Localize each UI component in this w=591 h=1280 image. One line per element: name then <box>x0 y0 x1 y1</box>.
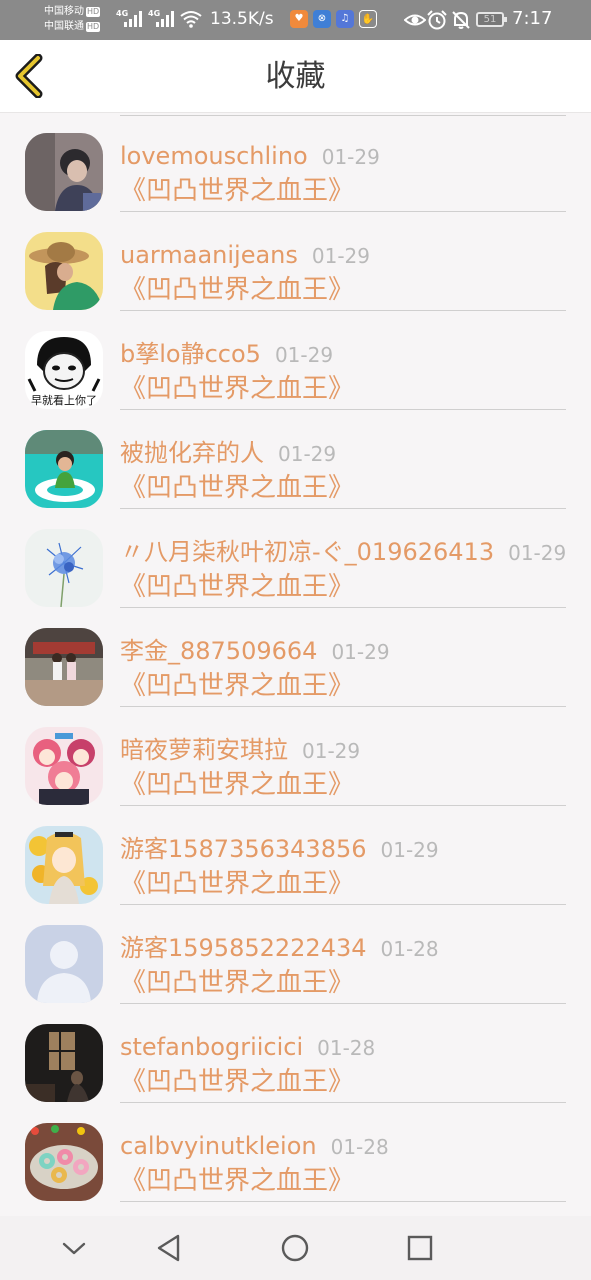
music-app-icon: ♫ <box>336 10 354 28</box>
username[interactable]: uarmaanijeans <box>120 241 298 269</box>
work-title[interactable]: 《凹凸世界之血王》 <box>120 571 354 603</box>
favorite-meta: 游客1587356343856 01-29 <box>120 834 439 865</box>
system-nav-bar <box>0 1216 591 1280</box>
username[interactable]: 暗夜萝莉安琪拉 <box>120 736 288 764</box>
username[interactable]: 游客1587356343856 <box>120 835 367 863</box>
app-notification-icon: ⊗ <box>313 10 331 28</box>
carrier-1: 中国移动 <box>44 6 84 17</box>
battery-icon: 51 <box>476 12 507 27</box>
date: 01-29 <box>311 244 371 268</box>
eye-icon <box>404 14 426 26</box>
favorite-meta: lovemouschlino 01-29 <box>120 141 380 172</box>
avatar[interactable] <box>25 1024 103 1102</box>
favorite-meta: 〃八月柒秋叶初凉-ぐ_019626413 01-29 <box>120 537 566 568</box>
hand-app-icon: ✋ <box>359 10 377 28</box>
signal-icon: 4G <box>148 9 176 29</box>
wifi-icon <box>180 11 202 28</box>
username[interactable]: 李金_887509664 <box>120 637 317 665</box>
avatar[interactable] <box>25 133 103 211</box>
username[interactable]: 游客1595852222434 <box>120 934 367 962</box>
list-item[interactable]: 李金_887509664 01-29 《凹凸世界之血王》 <box>0 608 591 707</box>
list-item[interactable]: 游客1587356343856 01-29 《凹凸世界之血王》 <box>0 806 591 905</box>
date: 01-29 <box>508 541 567 565</box>
favorite-meta: 被抛化弃的人 01-29 <box>120 438 336 469</box>
favorites-screen: 中国移动 HD 中国联通 HD 4G 4G 13.5K/s ♥ ⊗ ♫ ✋ 51… <box>0 0 591 1280</box>
app-header: 收藏 <box>0 40 591 113</box>
avatar-caption: 早就看上你了 <box>31 393 97 407</box>
favorite-meta: calbvyinutkleion 01-28 <box>120 1131 389 1162</box>
favorite-meta: 暗夜萝莉安琪拉 01-29 <box>120 735 360 766</box>
status-bar: 中国移动 HD 中国联通 HD 4G 4G 13.5K/s ♥ ⊗ ♫ ✋ 51… <box>0 0 591 40</box>
divider <box>120 1201 566 1202</box>
avatar[interactable] <box>25 925 103 1003</box>
mute-icon <box>452 11 470 29</box>
work-title[interactable]: 《凹凸世界之血王》 <box>120 967 354 999</box>
date: 01-29 <box>331 640 390 664</box>
hd-badge: HD <box>86 7 101 17</box>
date: 01-29 <box>380 838 439 862</box>
username[interactable]: 被抛化弃的人 <box>120 439 264 467</box>
signal-icon: 4G <box>116 9 144 29</box>
list-item[interactable]: 暗夜萝莉安琪拉 01-29 《凹凸世界之血王》 <box>0 707 591 806</box>
favorite-meta: b孳lo静cco5 01-29 <box>120 339 333 370</box>
date: 01-28 <box>380 937 439 961</box>
alarm-icon <box>427 10 447 30</box>
date: 01-29 <box>302 739 361 763</box>
date: 01-28 <box>330 1135 389 1159</box>
work-title[interactable]: 《凹凸世界之血王》 <box>120 1165 354 1197</box>
list-item[interactable]: 早就看上你了 b孳lo静cco5 01-29 《凹凸世界之血王》 <box>0 311 591 410</box>
username[interactable]: 〃八月柒秋叶初凉-ぐ_019626413 <box>120 538 494 566</box>
username[interactable]: calbvyinutkleion <box>120 1132 317 1160</box>
list-item[interactable]: 游客1595852222434 01-28 《凹凸世界之血王》 <box>0 905 591 1004</box>
username[interactable]: lovemouschlino <box>120 142 308 170</box>
carrier-2: 中国联通 <box>44 21 84 32</box>
carrier-info: 中国移动 HD 中国联通 HD <box>44 4 114 34</box>
avatar[interactable]: 早就看上你了 <box>25 331 103 409</box>
avatar[interactable] <box>25 430 103 508</box>
back-triangle-icon[interactable] <box>151 1230 187 1266</box>
hd-badge: HD <box>86 22 101 32</box>
list-item[interactable]: lovemouschlino 01-29 《凹凸世界之血王》 <box>0 113 591 212</box>
work-title[interactable]: 《凹凸世界之血王》 <box>120 769 354 801</box>
avatar[interactable] <box>25 727 103 805</box>
chevron-down-icon[interactable] <box>56 1230 92 1266</box>
avatar[interactable] <box>25 628 103 706</box>
favorite-meta: stefanbogriicici 01-28 <box>120 1032 375 1063</box>
favorite-meta: uarmaanijeans 01-29 <box>120 240 370 271</box>
list-item[interactable]: 〃八月柒秋叶初凉-ぐ_019626413 01-29 《凹凸世界之血王》 <box>0 509 591 608</box>
date: 01-29 <box>274 343 334 367</box>
recents-square-icon[interactable] <box>402 1230 438 1266</box>
work-title[interactable]: 《凹凸世界之血王》 <box>120 1066 354 1098</box>
favorite-meta: 李金_887509664 01-29 <box>120 636 390 667</box>
username[interactable]: b孳lo静cco5 <box>120 340 261 368</box>
avatar[interactable] <box>25 232 103 310</box>
work-title[interactable]: 《凹凸世界之血王》 <box>120 373 354 405</box>
list-item[interactable]: uarmaanijeans 01-29 《凹凸世界之血王》 <box>0 212 591 311</box>
work-title[interactable]: 《凹凸世界之血王》 <box>120 868 354 900</box>
page-title: 收藏 <box>265 59 326 94</box>
home-circle-icon[interactable] <box>277 1230 313 1266</box>
app-notification-icon: ♥ <box>290 10 308 28</box>
favorite-meta: 游客1595852222434 01-28 <box>120 933 439 964</box>
work-title[interactable]: 《凹凸世界之血王》 <box>120 274 354 306</box>
work-title[interactable]: 《凹凸世界之血王》 <box>120 175 354 207</box>
date: 01-28 <box>317 1036 376 1060</box>
avatar[interactable] <box>25 1123 103 1201</box>
clock: 7:17 <box>512 8 553 29</box>
date: 01-29 <box>321 145 380 169</box>
list-item[interactable]: calbvyinutkleion 01-28 《凹凸世界之血王》 <box>0 1103 591 1202</box>
avatar[interactable] <box>25 529 103 607</box>
list-item[interactable]: 被抛化弃的人 01-29 《凹凸世界之血王》 <box>0 410 591 509</box>
date: 01-29 <box>278 442 337 466</box>
work-title[interactable]: 《凹凸世界之血王》 <box>120 472 354 504</box>
username[interactable]: stefanbogriicici <box>120 1033 303 1061</box>
list-item[interactable]: stefanbogriicici 01-28 《凹凸世界之血王》 <box>0 1004 591 1103</box>
network-speed: 13.5K/s <box>210 9 274 29</box>
work-title[interactable]: 《凹凸世界之血王》 <box>120 670 354 702</box>
avatar[interactable] <box>25 826 103 904</box>
